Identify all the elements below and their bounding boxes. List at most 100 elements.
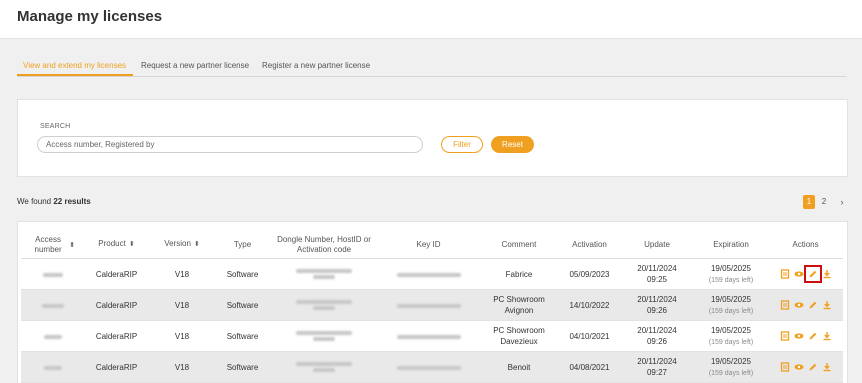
actions-cell	[768, 351, 843, 383]
col-update: Update	[620, 231, 694, 259]
version-cell: V18	[149, 320, 215, 352]
dongle-redacted	[270, 258, 378, 290]
pencil-icon[interactable]	[803, 265, 822, 284]
table-header-row: Access number ⬍ Product ⬍ Version ⬍ Type Do…	[21, 231, 843, 259]
eye-icon[interactable]	[794, 331, 804, 341]
update-cell: 20/11/2024 09:25	[620, 258, 694, 290]
search-panel: SEARCH Filter Reset	[17, 99, 848, 177]
actions-cell	[768, 289, 843, 321]
page-header: Manage my licenses	[0, 0, 862, 39]
col-expiration: Expiration	[694, 231, 768, 259]
product-cell: CalderaRIP	[84, 258, 149, 290]
results-summary: We found 22 results	[17, 197, 91, 206]
col-activation: Activation	[559, 231, 620, 259]
update-cell: 20/11/2024 09:26	[620, 320, 694, 352]
table-row: CalderaRIP V18 Software PC Showroom Avig…	[21, 289, 843, 321]
tab-view-extend[interactable]: View and extend my licenses	[23, 61, 126, 70]
licenses-table: Access number ⬍ Product ⬍ Version ⬍ Type Do…	[21, 231, 843, 383]
next-page-icon[interactable]: ›	[837, 195, 847, 209]
col-product[interactable]: Product ⬍	[84, 231, 149, 259]
expiration-cell: 19/05/2025 (159 days left)	[694, 258, 768, 290]
update-cell: 20/11/2024 09:27	[620, 351, 694, 383]
col-key-id: Key ID	[378, 231, 479, 259]
actions-cell	[768, 258, 843, 290]
document-icon[interactable]	[780, 269, 790, 280]
product-cell: CalderaRIP	[84, 289, 149, 321]
results-prefix: We found	[17, 197, 52, 206]
activation-cell: 04/08/2021	[559, 351, 620, 383]
col-comment: Comment	[479, 231, 559, 259]
page-title: Manage my licenses	[17, 8, 163, 25]
col-actions: Actions	[768, 231, 843, 259]
type-cell: Software	[215, 351, 270, 383]
search-input[interactable]	[37, 136, 423, 153]
activation-cell: 14/10/2022	[559, 289, 620, 321]
table-row: CalderaRIP V18 Software Benoit 04/08/202…	[21, 351, 843, 383]
key-id-redacted	[378, 289, 479, 321]
table-row: CalderaRIP V18 Software PC Showroom Dave…	[21, 320, 843, 352]
tab-register-partner[interactable]: Register a new partner license	[262, 61, 370, 70]
key-id-redacted	[378, 258, 479, 290]
comment-cell: PC Showroom Davezieux	[479, 320, 559, 352]
col-type: Type	[215, 231, 270, 259]
reset-button[interactable]: Reset	[491, 136, 534, 153]
access-number-redacted	[21, 351, 84, 383]
col-dongle: Dongle Number, HostID or Activation code	[270, 231, 378, 259]
dongle-redacted	[270, 320, 378, 352]
access-number-redacted	[21, 320, 84, 352]
expiration-cell: 19/05/2025 (159 days left)	[694, 320, 768, 352]
comment-cell: Fabrice	[479, 258, 559, 290]
access-number-redacted	[21, 289, 84, 321]
expiration-cell: 19/05/2025 (159 days left)	[694, 289, 768, 321]
tab-bar: View and extend my licenses Request a ne…	[17, 56, 846, 77]
download-icon[interactable]	[822, 362, 832, 372]
activation-cell: 04/10/2021	[559, 320, 620, 352]
product-cell: CalderaRIP	[84, 351, 149, 383]
table-row: CalderaRIP V18 Software Fabrice 05/09/20…	[21, 258, 843, 290]
type-cell: Software	[215, 320, 270, 352]
type-cell: Software	[215, 258, 270, 290]
sort-icon[interactable]: ⬍	[129, 241, 135, 248]
active-tab-indicator	[17, 74, 133, 76]
sort-icon[interactable]: ⬍	[69, 242, 75, 249]
product-cell: CalderaRIP	[84, 320, 149, 352]
download-icon[interactable]	[822, 331, 832, 341]
comment-cell: Benoit	[479, 351, 559, 383]
type-cell: Software	[215, 289, 270, 321]
search-label: SEARCH	[40, 123, 71, 130]
licenses-table-card: Access number ⬍ Product ⬍ Version ⬍ Type Do…	[17, 221, 848, 383]
sort-icon[interactable]: ⬍	[194, 241, 200, 248]
tab-request-partner[interactable]: Request a new partner license	[141, 61, 249, 70]
download-icon[interactable]	[822, 269, 832, 279]
page-2-button[interactable]: 2	[818, 195, 830, 209]
page-1-button[interactable]: 1	[803, 195, 815, 209]
pencil-icon[interactable]	[808, 300, 818, 310]
col-version[interactable]: Version ⬍	[149, 231, 215, 259]
filter-button[interactable]: Filter	[441, 136, 483, 153]
key-id-redacted	[378, 351, 479, 383]
comment-cell: PC Showroom Avignon	[479, 289, 559, 321]
document-icon[interactable]	[780, 331, 790, 342]
activation-cell: 05/09/2023	[559, 258, 620, 290]
version-cell: V18	[149, 351, 215, 383]
pencil-icon[interactable]	[808, 331, 818, 341]
version-cell: V18	[149, 289, 215, 321]
pencil-icon[interactable]	[808, 362, 818, 372]
actions-cell	[768, 320, 843, 352]
dongle-redacted	[270, 289, 378, 321]
expiration-cell: 19/05/2025 (159 days left)	[694, 351, 768, 383]
document-icon[interactable]	[780, 300, 790, 311]
pagination: 1 2 ›	[803, 195, 851, 209]
access-number-redacted	[21, 258, 84, 290]
document-icon[interactable]	[780, 362, 790, 373]
eye-icon[interactable]	[794, 362, 804, 372]
update-cell: 20/11/2024 09:26	[620, 289, 694, 321]
download-icon[interactable]	[822, 300, 832, 310]
eye-icon[interactable]	[794, 269, 804, 279]
results-count: 22 results	[53, 197, 91, 206]
dongle-redacted	[270, 351, 378, 383]
eye-icon[interactable]	[794, 300, 804, 310]
key-id-redacted	[378, 320, 479, 352]
version-cell: V18	[149, 258, 215, 290]
col-access-number[interactable]: Access number ⬍	[21, 231, 84, 259]
